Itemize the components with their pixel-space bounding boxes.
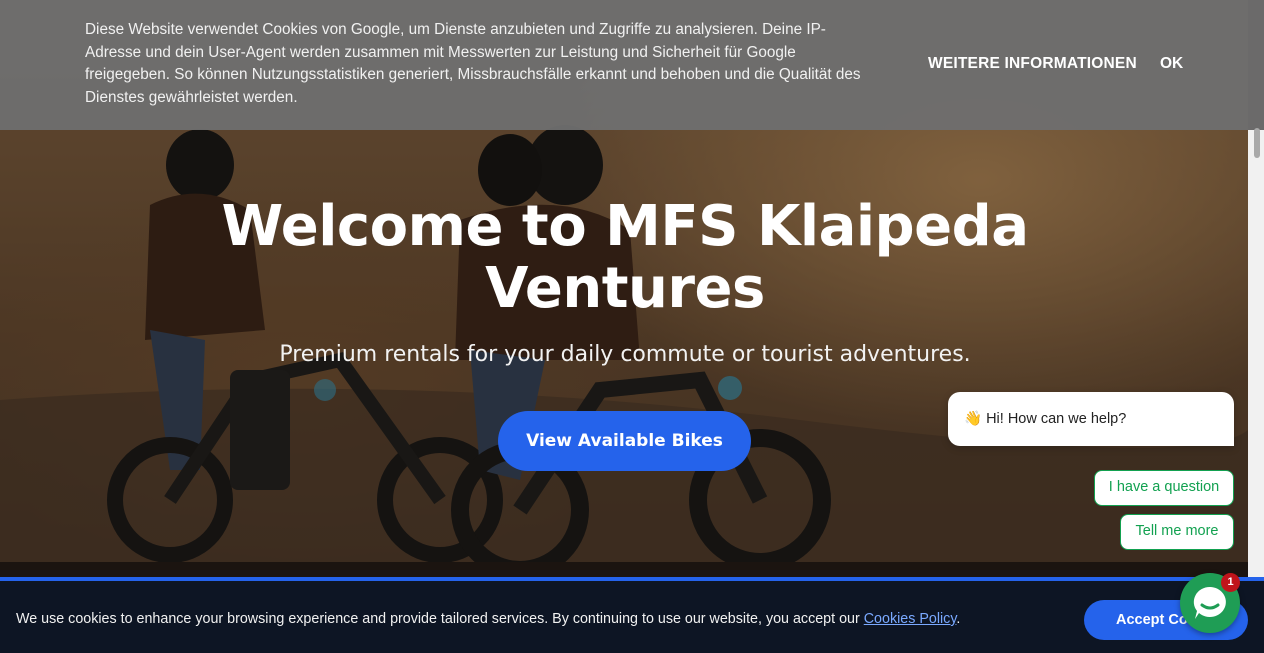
hero-title: Welcome to MFS Klaipeda Ventures: [221, 194, 1029, 321]
cookie-notice-text: Diese Website verwendet Cookies von Goog…: [85, 21, 861, 106]
chat-greeting-bubble: 👋 Hi! How can we help?: [948, 392, 1234, 446]
scrollbar-track[interactable]: [1248, 130, 1264, 577]
hero-subtitle: Premium rentals for your daily commute o…: [279, 342, 971, 367]
cookie-consent-message: We use cookies to enhance your browsing …: [16, 611, 864, 627]
chat-option-question[interactable]: I have a question: [1094, 470, 1234, 506]
google-cookie-banner: Diese Website verwendet Cookies von Goog…: [0, 0, 1264, 130]
view-available-bikes-button[interactable]: View Available Bikes: [498, 411, 751, 471]
scrollbar-thumb[interactable]: [1254, 128, 1260, 158]
cookies-policy-link[interactable]: Cookies Policy: [864, 611, 957, 627]
chat-option-tell-more[interactable]: Tell me more: [1120, 514, 1234, 550]
chat-greeting-text: Hi! How can we help?: [986, 411, 1127, 427]
cookie-consent-text: We use cookies to enhance your browsing …: [16, 611, 960, 627]
cookie-consent-period: .: [956, 611, 961, 627]
waving-hand-icon: 👋: [964, 411, 983, 427]
cookie-consent-bar: We use cookies to enhance your browsing …: [0, 577, 1264, 653]
unread-count-badge: 1: [1221, 573, 1240, 592]
more-info-link[interactable]: WEITERE INFORMATIONEN: [928, 55, 1137, 73]
ok-button[interactable]: OK: [1160, 55, 1183, 73]
